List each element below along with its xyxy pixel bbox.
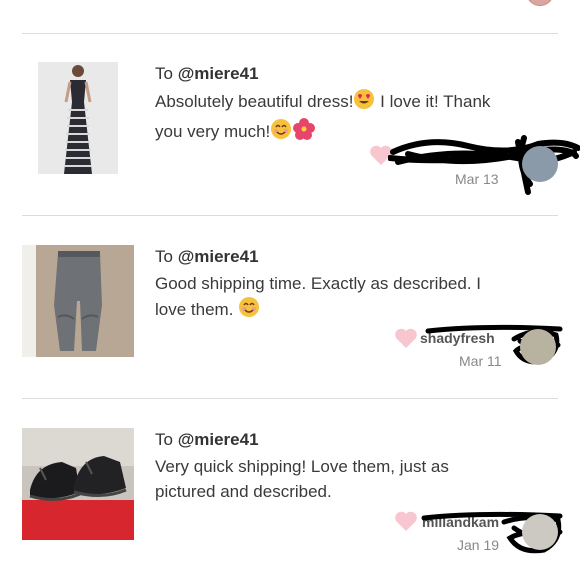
product-thumbnail-joggers[interactable] [22, 245, 134, 357]
seller-handle-link[interactable]: @miere41 [178, 430, 259, 449]
to-prefix: To [155, 430, 178, 449]
review-recipient: To @miere41 [155, 430, 259, 450]
review-card: To @miere41 Absolutely beautiful dress! … [0, 40, 580, 200]
reviewer-avatar[interactable] [522, 146, 558, 182]
seller-handle-link[interactable]: @miere41 [178, 247, 259, 266]
smile-emoji-icon [238, 296, 260, 325]
to-prefix: To [155, 64, 178, 83]
partial-avatar[interactable] [526, 0, 554, 6]
review-text-line: I love it! Thank [375, 91, 491, 111]
like-heart-icon[interactable] [394, 327, 418, 349]
review-text-line: Absolutely beautiful dress! [155, 91, 354, 111]
review-card: To @miere41 Good shipping time. Exactly … [0, 223, 580, 383]
review-text-line: you very much! [155, 121, 271, 141]
review-text-line: love them. [155, 299, 234, 319]
review-text: Good shipping time. Exactly as described… [155, 271, 555, 325]
seller-handle-link[interactable]: @miere41 [178, 64, 259, 83]
top-edge [0, 0, 580, 6]
review-text-line: Very quick shipping! Love them, just as [155, 457, 449, 476]
divider [22, 33, 558, 34]
review-text: Very quick shipping! Love them, just as … [155, 454, 555, 504]
heart-eyes-emoji-icon [353, 88, 375, 117]
review-date: Jan 19 [457, 537, 500, 553]
divider [22, 398, 558, 399]
divider [22, 215, 558, 216]
reviewer-avatar[interactable] [522, 514, 558, 550]
reviewer-avatar[interactable] [520, 329, 556, 365]
review-text-line: Good shipping time. Exactly as described… [155, 274, 481, 293]
review-recipient: To @miere41 [155, 247, 259, 267]
to-prefix: To [155, 247, 178, 266]
review-recipient: To @miere41 [155, 64, 259, 84]
review-date: Mar 11 [459, 353, 502, 369]
hibiscus-emoji-icon [292, 117, 316, 148]
review-card: To @miere41 Very quick shipping! Love th… [0, 406, 580, 566]
product-thumbnail-dress[interactable] [22, 62, 134, 174]
review-date: Mar 13 [455, 171, 499, 187]
product-thumbnail-sneakers[interactable] [22, 428, 134, 540]
like-heart-icon[interactable] [394, 510, 418, 532]
review-text-line: pictured and described. [155, 482, 332, 501]
smile-emoji-icon [270, 118, 292, 147]
